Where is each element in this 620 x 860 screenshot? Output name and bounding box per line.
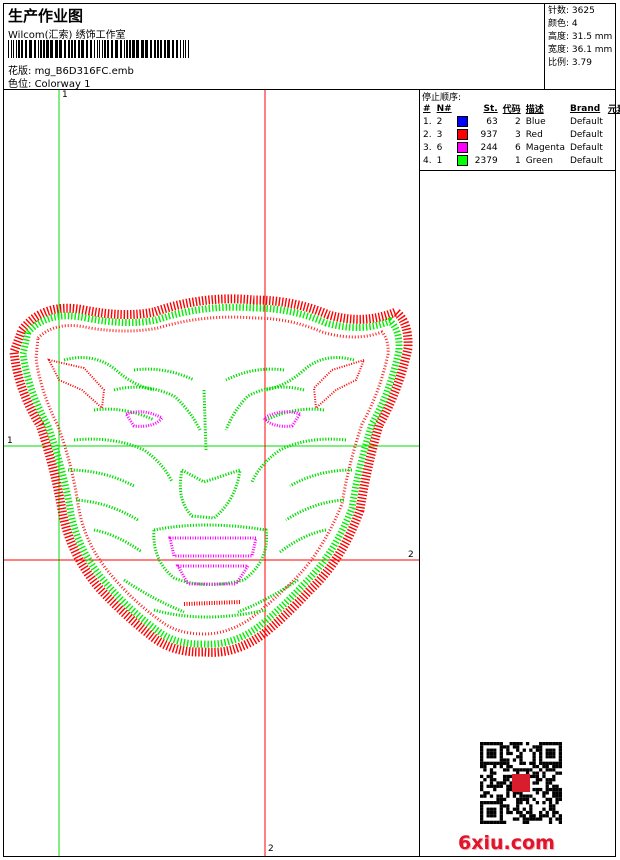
table-header-row: # N# St. 代码 描述 Brand 元素 <box>421 102 620 116</box>
stitch-count: 63 <box>486 117 498 127</box>
color-swatch-icon <box>456 155 468 166</box>
col-brand: Brand <box>569 103 601 114</box>
row-needle: 6 <box>436 142 443 153</box>
col-needle: N# <box>436 103 452 114</box>
header-panel: 生产作业图 Wilcom(汇索) 绣饰工作室 花版: mg_B6D316FC.e… <box>4 4 545 90</box>
color-swatch-icon <box>456 116 468 127</box>
qr-code-icon <box>480 742 562 824</box>
stat-colors: 颜色: 4 <box>548 19 578 29</box>
stat-height: 高度: 31.5 mm <box>548 32 613 42</box>
row-description: Magenta <box>525 142 565 153</box>
table-row: 1. 2 63 2 Blue Default <box>421 115 620 128</box>
row-needle: 2 <box>436 116 443 127</box>
row-brand: Default <box>569 129 603 140</box>
stats-panel: 针数: 3625 颜色: 4 高度: 31.5 mm 宽度: 36.1 mm 比… <box>545 4 615 90</box>
row-code: 6 <box>514 142 521 153</box>
row-swatch-stitches: 63 <box>455 115 501 128</box>
design-canvas: 1 1 2 2 <box>4 90 420 856</box>
col-stitches: St. <box>483 103 498 114</box>
table-row: 4. 1 2379 1 Green Default <box>421 154 620 167</box>
row-swatch-stitches: 244 <box>455 141 501 154</box>
head-outline-red <box>9 294 413 657</box>
color-swatch-icon <box>456 142 468 153</box>
ear-left <box>47 358 106 411</box>
production-worksheet: 生产作业图 Wilcom(汇索) 绣饰工作室 花版: mg_B6D316FC.e… <box>3 3 620 857</box>
row-swatch-stitches: 2379 <box>455 154 501 167</box>
marker-red-right: 2 <box>408 550 414 560</box>
marker-green-top: 1 <box>62 90 68 100</box>
mouth-red <box>183 600 241 606</box>
row-description: Blue <box>525 116 546 127</box>
table-row: 3. 6 244 6 Magenta Default <box>421 141 620 154</box>
stat-scale: 比例: 3.79 <box>548 58 592 68</box>
row-element <box>606 141 620 154</box>
col-description: 描述 <box>525 105 544 115</box>
table-row: 2. 3 937 3 Red Default <box>421 128 620 141</box>
colorway-name: Colorway 1 <box>34 79 91 90</box>
colorway-label: 色位: <box>8 79 32 90</box>
col-code: 代码 <box>502 105 521 115</box>
watermark-logo: 6xiu.com <box>458 832 555 854</box>
barcode-icon <box>8 40 189 58</box>
embroidery-preview <box>4 90 419 856</box>
stop-sequence-table: # N# St. 代码 描述 Brand 元素 1.2632BlueDefaul… <box>421 102 620 167</box>
stitch-count: 244 <box>480 143 498 153</box>
divider <box>420 170 615 171</box>
row-code: 2 <box>514 116 521 127</box>
row-description: Green <box>525 155 553 166</box>
stitch-count: 2379 <box>474 156 498 166</box>
row-code: 3 <box>514 129 521 140</box>
company-name: Wilcom(汇索) 绣饰工作室 <box>8 30 126 41</box>
row-element <box>606 115 620 128</box>
row-description: Red <box>525 129 543 140</box>
row-code: 1 <box>514 155 521 166</box>
color-swatch-icon <box>456 129 468 140</box>
row-brand: Default <box>569 116 603 127</box>
row-index: 2. <box>423 129 432 140</box>
col-index: # <box>423 103 431 114</box>
stat-width: 宽度: 36.1 mm <box>548 45 613 55</box>
col-element: 元素 <box>607 105 620 115</box>
row-element <box>606 154 620 167</box>
magenta-fill <box>123 410 303 586</box>
row-needle: 3 <box>436 129 443 140</box>
stitch-count: 937 <box>480 130 498 140</box>
row-needle: 1 <box>436 155 443 166</box>
row-element <box>606 128 620 141</box>
stop-sequence-panel: 停止顺序: # N# St. 代码 描述 Brand 元素 1.2632Blue… <box>420 90 620 856</box>
page-title: 生产作业图 <box>8 7 84 25</box>
row-brand: Default <box>569 142 603 153</box>
colorway-line: 色位: Colorway 1 <box>8 75 90 90</box>
ear-right <box>312 358 366 411</box>
row-index: 3. <box>423 142 432 153</box>
row-swatch-stitches: 937 <box>455 128 501 141</box>
row-brand: Default <box>569 155 603 166</box>
marker-green-left: 1 <box>7 436 13 446</box>
marker-red-bottom: 2 <box>268 844 274 854</box>
row-index: 1. <box>423 116 432 127</box>
stat-stitches: 针数: 3625 <box>548 6 595 16</box>
row-index: 4. <box>423 155 432 166</box>
